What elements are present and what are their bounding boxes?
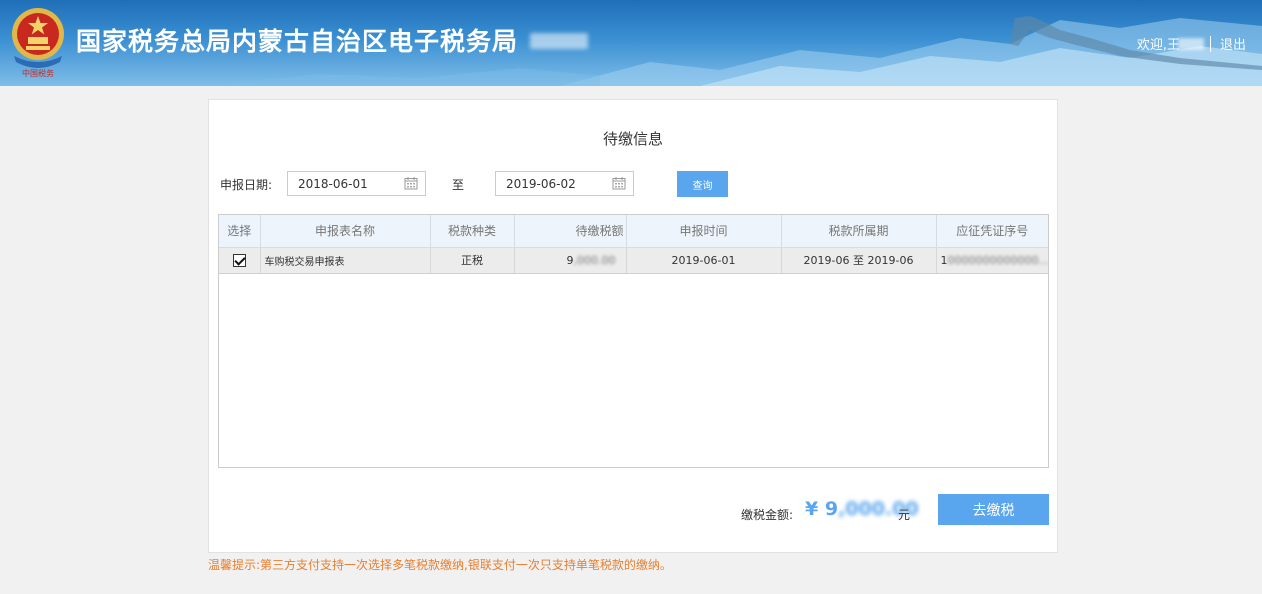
redacted-username [1177, 37, 1204, 50]
col-tax-period: 税款所属期 [781, 215, 937, 248]
warm-tip: 温馨提示:第三方支付支持一次选择多笔税款缴纳,银联支付一次只支持单笔税款的缴纳。 [208, 558, 672, 572]
currency-unit: 元 [898, 508, 911, 522]
amount-due-cell: 9,000.00 [514, 247, 627, 274]
pending-payment-panel: 待缴信息 申报日期: 至 查询 选择 申报表名称 税款种类 待缴税额 [208, 99, 1058, 553]
voucher-no-value: 1 [940, 253, 948, 267]
divider [1209, 35, 1211, 52]
welcome-text: 欢迎,王 [1136, 38, 1180, 53]
calendar-icon[interactable] [612, 176, 626, 190]
user-area: 欢迎,王 退出 [1137, 34, 1246, 53]
total-amount-label: 缴税金额: [741, 508, 794, 522]
date-range-separator: 至 [452, 178, 465, 192]
national-emblem-icon: 中国税务 [12, 8, 64, 78]
currency-symbol: ¥ [805, 498, 819, 520]
site-title: 国家税务总局内蒙古自治区电子税务局 [76, 27, 519, 56]
redacted-voucher: 0000000000000... [947, 253, 1049, 267]
logout-link[interactable]: 退出 [1220, 34, 1246, 53]
svg-text:中国税务: 中国税务 [22, 68, 54, 78]
col-voucher-no: 应征凭证序号 [936, 215, 1048, 248]
row-select-cell[interactable] [219, 247, 261, 274]
calendar-icon[interactable] [404, 176, 418, 190]
redacted-region [530, 33, 588, 49]
table-header-row: 选择 申报表名称 税款种类 待缴税额 申报时间 税款所属期 应征凭证序号 [219, 215, 1048, 248]
pending-tax-table: 选择 申报表名称 税款种类 待缴税额 申报时间 税款所属期 应征凭证序号 车购税… [218, 214, 1049, 468]
total-amount-digits: 9 [824, 498, 839, 520]
col-form-name: 申报表名称 [260, 215, 431, 248]
table-row[interactable]: 车购税交易申报表 正税 9,000.00 2019-06-01 2019-06 … [219, 247, 1049, 274]
declare-date-cell: 2019-06-01 [626, 247, 782, 274]
col-amount-due: 待缴税额 [514, 215, 627, 248]
redacted-amount: ,000.00 [573, 253, 616, 267]
tax-type-cell: 正税 [430, 247, 515, 274]
declare-date-label: 申报日期: [220, 178, 273, 192]
col-select: 选择 [219, 215, 261, 248]
page-title: 待缴信息 [602, 130, 663, 148]
site-header: 中国税务 国家税务总局内蒙古自治区电子税务局 欢迎,王 退出 [0, 0, 1262, 86]
col-declare-date: 申报时间 [626, 215, 782, 248]
form-name-cell: 车购税交易申报表 [260, 247, 431, 274]
amount-due-value: 9 [566, 253, 574, 267]
pay-tax-button[interactable]: 去缴税 [938, 494, 1049, 525]
tax-period-cell: 2019-06 至 2019-06 [781, 247, 937, 274]
checkbox-checked-icon[interactable] [232, 253, 246, 267]
voucher-no-cell: 10000000000000... [936, 247, 1049, 274]
col-tax-type: 税款种类 [430, 215, 515, 248]
query-button[interactable]: 查询 [677, 171, 728, 197]
